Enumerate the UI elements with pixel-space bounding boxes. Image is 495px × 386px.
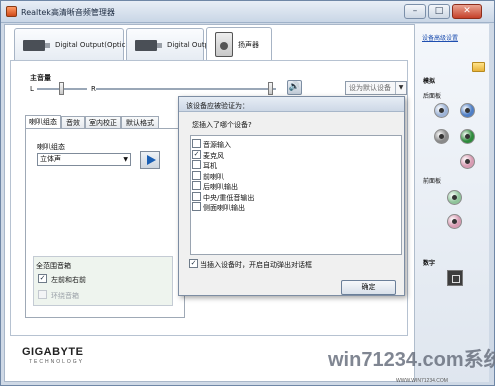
gigabyte-tagline: TECHNOLOGY xyxy=(29,359,85,365)
gigabyte-logo: GIGABYTE xyxy=(22,346,84,358)
tab-digital-output[interactable]: Digital Output xyxy=(126,28,216,60)
default-device-dropdown[interactable]: 设为默认设备 ▼ xyxy=(345,81,407,95)
watermark-domain: win71234.com xyxy=(328,349,464,371)
device-option-label: 音源输入 xyxy=(203,141,231,149)
device-option-label: 耳机 xyxy=(203,162,217,170)
advanced-settings-link[interactable]: 设备高级设置 xyxy=(422,33,458,42)
device-option-checkbox[interactable] xyxy=(192,191,201,201)
speaker-config-dropdown[interactable]: 立体声 ▼ xyxy=(37,153,131,166)
chevron-down-icon[interactable]: ▼ xyxy=(395,82,406,94)
tab-speaker-config[interactable]: 喇叭组态 xyxy=(25,115,61,129)
mute-button[interactable]: 🔊 xyxy=(287,80,302,95)
tab-label: 扬声器 xyxy=(238,41,259,49)
device-option-checkbox[interactable]: ✓ xyxy=(192,149,201,159)
optical-plug-icon xyxy=(23,40,50,51)
back-jack-blue[interactable] xyxy=(460,103,475,118)
back-jack-pink[interactable] xyxy=(460,154,475,169)
tab-label: Digital Output(Optical) xyxy=(55,41,135,49)
speaker-icon xyxy=(215,32,233,57)
tab-speakers[interactable]: 扬声器 xyxy=(206,27,272,60)
tab-digital-output-optical[interactable]: Digital Output(Optical) xyxy=(14,28,134,60)
full-range-title: 全范围音箱 xyxy=(36,262,71,270)
device-option-checkbox[interactable] xyxy=(192,160,201,169)
play-icon xyxy=(147,155,156,165)
digital-plug-icon xyxy=(135,40,162,51)
digital-label: 数字 xyxy=(423,260,436,267)
surround-label: 环绕音箱 xyxy=(51,292,79,300)
device-option-checkbox[interactable] xyxy=(192,202,201,211)
title-bar[interactable]: Realtek高清晰音频管理器 – □ ✕ xyxy=(1,1,494,23)
device-option-checkbox[interactable] xyxy=(192,170,201,180)
watermark-suffix: 系统 xyxy=(463,349,495,371)
speaker-config-label: 喇叭组态 xyxy=(37,143,65,151)
surround-checkbox xyxy=(38,290,47,299)
front-lr-checkbox[interactable]: ✓ xyxy=(38,274,47,283)
speaker-config-value: 立体声 xyxy=(40,155,61,163)
watermark-text: win71234.com系统 xyxy=(328,343,495,372)
maximize-button[interactable]: □ xyxy=(428,4,450,19)
realtek-app-icon xyxy=(6,6,17,17)
dialog-title: 该设备应被验证为： xyxy=(186,102,249,110)
balance-slider-thumb[interactable] xyxy=(59,82,64,95)
device-option-checkbox[interactable] xyxy=(192,181,201,190)
watermark-url: WWW.WIN71234.COM xyxy=(396,378,448,384)
analog-label: 模拟 xyxy=(423,78,436,85)
front-lr-label: 左前和右前 xyxy=(51,276,86,284)
chevron-down-icon: ▼ xyxy=(123,156,128,163)
front-panel-label: 前面板 xyxy=(423,178,442,185)
device-option-label: 麦克风 xyxy=(203,151,224,160)
device-option-checkbox[interactable] xyxy=(192,139,201,148)
dialog-title-bar[interactable]: 该设备应被验证为： xyxy=(179,97,404,112)
balance-left-label: L xyxy=(30,85,34,93)
volume-slider-thumb[interactable] xyxy=(267,82,273,95)
spdif-port-icon[interactable] xyxy=(447,270,463,286)
back-jack-light-blue[interactable] xyxy=(434,103,449,118)
minimize-button[interactable]: – xyxy=(404,4,426,19)
device-option-label: 侧面喇叭输出 xyxy=(203,204,245,212)
device-option-label: 前喇叭 xyxy=(203,172,224,181)
default-device-label: 设为默认设备 xyxy=(349,84,391,92)
folder-icon[interactable] xyxy=(472,62,485,72)
device-option-label: 后喇叭输出 xyxy=(203,183,238,191)
speaker-volume-icon: 🔊 xyxy=(288,82,301,92)
back-panel-label: 后面板 xyxy=(423,93,442,100)
close-button[interactable]: ✕ xyxy=(452,4,482,19)
autopop-checkbox[interactable]: ✓ xyxy=(189,259,198,268)
volume-slider-track[interactable] xyxy=(96,88,276,90)
front-jack-pink[interactable] xyxy=(447,214,462,229)
main-volume-label: 主音量 xyxy=(30,74,51,82)
device-option-label: 中央/重低音输出 xyxy=(203,193,255,202)
ok-button[interactable]: 确定 xyxy=(341,280,396,295)
play-test-button[interactable] xyxy=(140,151,160,169)
back-jack-gray[interactable] xyxy=(434,129,449,144)
dialog-question: 您插入了哪个设备? xyxy=(192,121,252,129)
autopop-label: 当插入设备时，开启自动弹出对话框 xyxy=(200,261,312,269)
back-jack-green[interactable] xyxy=(460,129,475,144)
window-title: Realtek高清晰音频管理器 xyxy=(21,8,115,17)
front-jack-green[interactable] xyxy=(447,190,462,205)
